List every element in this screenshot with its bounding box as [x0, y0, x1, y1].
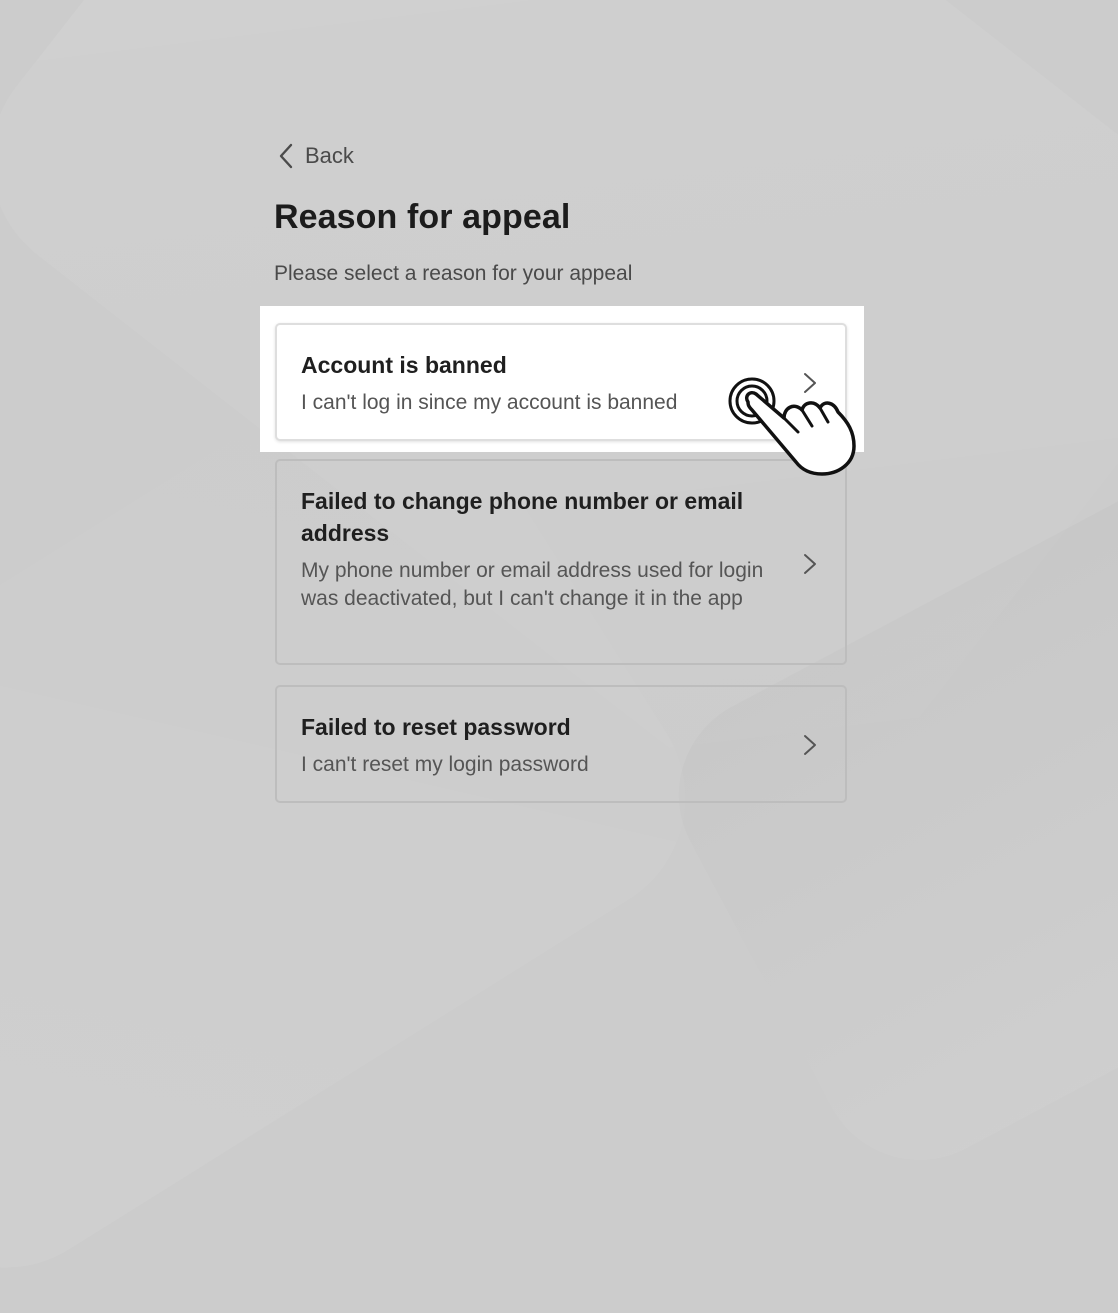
reason-option-change-phone-email[interactable]: Failed to change phone number or email a… — [275, 459, 847, 665]
chevron-left-icon — [279, 143, 293, 169]
reason-description: I can't log in since my account is banne… — [301, 391, 678, 414]
reason-title: Failed to change phone number or email a… — [301, 488, 744, 546]
reason-description: My phone number or email address used fo… — [301, 559, 764, 610]
reason-option-account-banned[interactable]: Account is banned I can't log in since m… — [275, 323, 847, 441]
chevron-right-icon — [803, 372, 817, 394]
chevron-right-icon — [803, 553, 817, 575]
back-label: Back — [305, 143, 354, 168]
chevron-right-icon — [803, 734, 817, 756]
page-subtitle: Please select a reason for your appeal — [274, 262, 633, 285]
reason-title: Account is banned — [301, 352, 507, 378]
reason-description: I can't reset my login password — [301, 753, 589, 776]
page-title: Reason for appeal — [274, 198, 571, 236]
back-button[interactable]: Back — [279, 140, 354, 172]
reason-title: Failed to reset password — [301, 714, 571, 740]
reason-option-reset-password[interactable]: Failed to reset password I can't reset m… — [275, 685, 847, 803]
